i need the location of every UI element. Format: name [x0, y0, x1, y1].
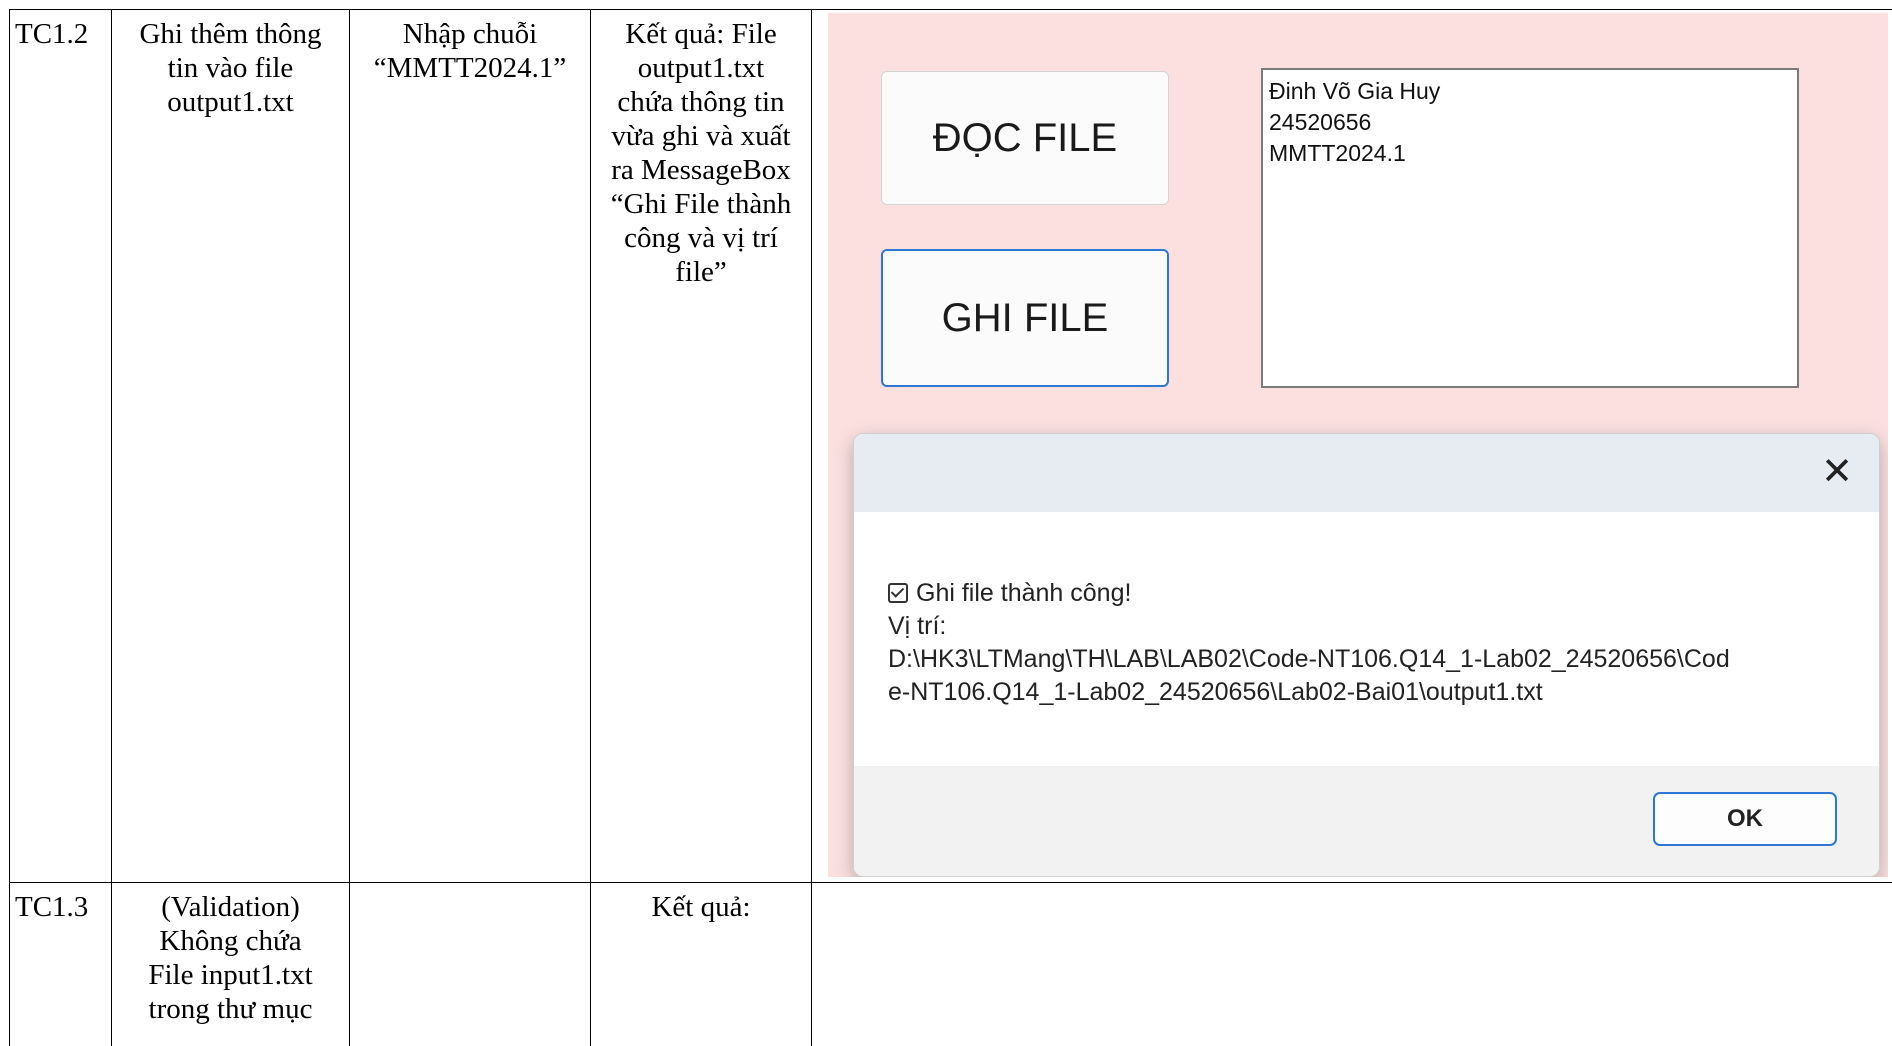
expected-line: file” [675, 256, 727, 288]
row-2-expected: Kết quả: [591, 890, 811, 924]
message-line-4: e-NT106.Q14_1-Lab02_24520656\Lab02-Bai01… [888, 678, 1543, 706]
col-divider-2 [349, 9, 350, 1046]
desc-line: trong thư mục [148, 993, 313, 1025]
checkbox-icon [888, 583, 908, 603]
expected-line: ra MessageBox [611, 154, 791, 186]
desc-line: Không chứa [159, 925, 302, 957]
expected-line: chứa thông tin [617, 86, 785, 118]
dialog-footer: OK [854, 766, 1879, 876]
textbox-line: MMTT2024.1 [1269, 140, 1406, 166]
expected-line: output1.txt [637, 52, 765, 84]
read-file-button[interactable]: ĐỌC FILE [881, 71, 1169, 205]
dialog-message: Ghi file thành công! Vị trí: D:\HK3\LTMa… [888, 577, 1730, 709]
desc-line: output1.txt [167, 86, 294, 118]
write-file-button[interactable]: GHI FILE [881, 249, 1169, 387]
message-line-1: Ghi file thành công! [888, 577, 1730, 610]
message-line-3: D:\HK3\LTMang\TH\LAB\LAB02\Code-NT106.Q1… [888, 645, 1730, 673]
row-divider [9, 882, 1892, 883]
table-left-border [9, 9, 10, 1046]
success-text: Ghi file thành công! [916, 579, 1132, 607]
close-icon[interactable]: ✕ [1813, 448, 1861, 496]
expected-line: công và vị trí [624, 222, 778, 254]
desc-line: File input1.txt [148, 959, 313, 991]
input-line: Nhập chuỗi [402, 18, 538, 50]
desc-line: (Validation) [161, 891, 300, 923]
expected-line: “Ghi File thành [610, 188, 792, 220]
desc-line: Ghi thêm thông [139, 18, 322, 50]
input-line: “MMTT2024.1” [373, 52, 567, 84]
row-2-description: (Validation) Không chứa File input1.txt … [112, 890, 349, 1026]
table-top-border [9, 9, 1892, 10]
expected-line: Kết quả: File [625, 18, 777, 50]
desc-line: tin vào file [167, 52, 294, 84]
row-1-id: TC1.2 [15, 18, 89, 50]
expected-line: vừa ghi và xuất [611, 120, 791, 152]
row-1-expected: Kết quả: File output1.txt chứa thông tin… [591, 17, 811, 289]
content-textbox[interactable]: Đinh Võ Gia Huy 24520656 MMTT2024.1 [1261, 68, 1799, 388]
message-line-2: Vị trí: [888, 612, 947, 640]
textbox-line: Đinh Võ Gia Huy [1269, 78, 1441, 104]
ok-button[interactable]: OK [1653, 792, 1837, 846]
textbox-line: 24520656 [1269, 109, 1372, 135]
row-1-description: Ghi thêm thông tin vào file output1.txt [112, 17, 349, 119]
message-box: ✕ Ghi file thành công! Vị trí: D:\HK3\LT… [853, 433, 1880, 877]
row-1-input: Nhập chuỗi “MMTT2024.1” [350, 17, 590, 85]
expected-line: Kết quả: [651, 891, 751, 923]
row-2-id: TC1.3 [15, 891, 89, 923]
dialog-titlebar: ✕ [854, 434, 1879, 512]
app-screenshot: ĐỌC FILE GHI FILE Đinh Võ Gia Huy 245206… [828, 13, 1888, 877]
col-divider-4 [811, 9, 812, 1046]
